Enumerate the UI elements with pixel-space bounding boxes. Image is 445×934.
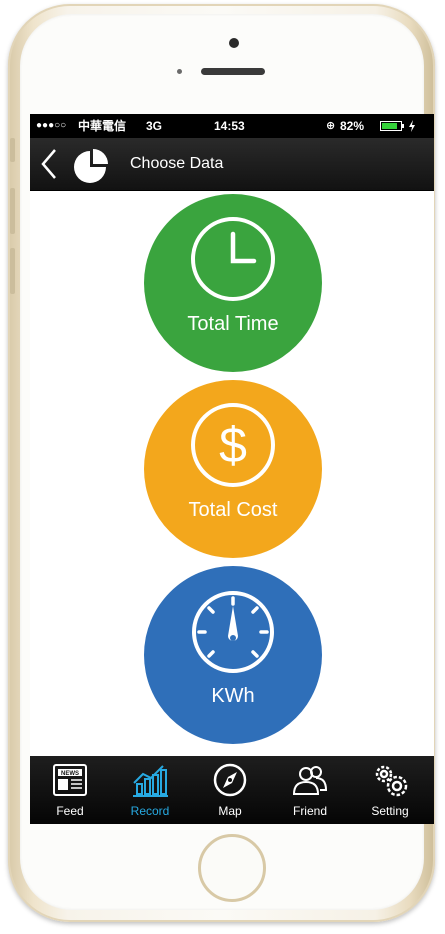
dollar-icon: $ xyxy=(191,403,275,487)
proximity-sensor xyxy=(177,69,182,74)
compass-icon xyxy=(213,763,247,797)
chevron-left-icon[interactable] xyxy=(38,147,60,181)
carrier-name: 中華電信 xyxy=(78,119,127,133)
clock-time: 14:53 xyxy=(214,119,245,133)
tab-friend-label: Friend xyxy=(292,804,327,818)
kwh-label: KWh xyxy=(211,685,255,707)
battery-fill xyxy=(382,123,397,129)
svg-text:$: $ xyxy=(219,417,247,473)
tab-bar: NEWS Feed Record Map Friend Setting xyxy=(30,756,434,824)
total-time-button[interactable]: Total Time xyxy=(144,194,322,372)
pie-chart-icon xyxy=(74,149,108,183)
rotation-lock-icon: ⊕ xyxy=(326,120,336,132)
volume-up-button xyxy=(10,188,15,234)
tab-map-label: Map xyxy=(218,804,242,818)
tab-setting-label: Setting xyxy=(371,804,409,818)
tab-record[interactable]: Record xyxy=(110,756,190,824)
signal-strength: ●●●○○ xyxy=(36,120,67,131)
tab-friend[interactable]: Friend xyxy=(270,756,350,824)
tab-record-label: Record xyxy=(130,804,170,818)
total-cost-button[interactable]: $ Total Cost xyxy=(144,380,322,558)
newspaper-icon: NEWS xyxy=(53,764,87,796)
clock-icon xyxy=(191,217,275,301)
page-title: Choose Data xyxy=(130,155,224,172)
mute-switch xyxy=(10,138,15,162)
app-screen: ●●●○○ 中華電信 3G 14:53 ⊕ 82% Choose Data To… xyxy=(30,114,434,824)
battery-cap xyxy=(402,124,404,128)
tab-feed[interactable]: NEWS Feed xyxy=(30,756,110,824)
volume-down-button xyxy=(10,248,15,294)
tab-map[interactable]: Map xyxy=(190,756,270,824)
total-time-label: Total Time xyxy=(187,313,279,335)
tab-setting[interactable]: Setting xyxy=(350,756,430,824)
bar-chart-icon xyxy=(133,765,168,797)
home-button[interactable] xyxy=(198,834,266,902)
earpiece xyxy=(201,68,265,75)
friends-icon xyxy=(292,766,328,795)
page: ●●●○○ 中華電信 3G 14:53 ⊕ 82% Choose Data To… xyxy=(0,0,445,934)
gears-icon xyxy=(375,765,408,797)
network-type: 3G xyxy=(146,119,163,133)
charging-icon xyxy=(409,120,415,132)
front-camera xyxy=(229,38,239,48)
tab-feed-label: Feed xyxy=(56,804,84,818)
svg-text:NEWS: NEWS xyxy=(61,771,79,777)
gauge-icon xyxy=(192,591,274,673)
navigation-bar: Choose Data xyxy=(30,138,434,191)
battery-icon xyxy=(380,121,402,131)
total-cost-label: Total Cost xyxy=(188,499,278,521)
kwh-button[interactable]: KWh xyxy=(144,566,322,744)
battery-percentage: 82% xyxy=(340,119,365,133)
status-bar: ●●●○○ 中華電信 3G 14:53 ⊕ 82% xyxy=(30,114,434,138)
